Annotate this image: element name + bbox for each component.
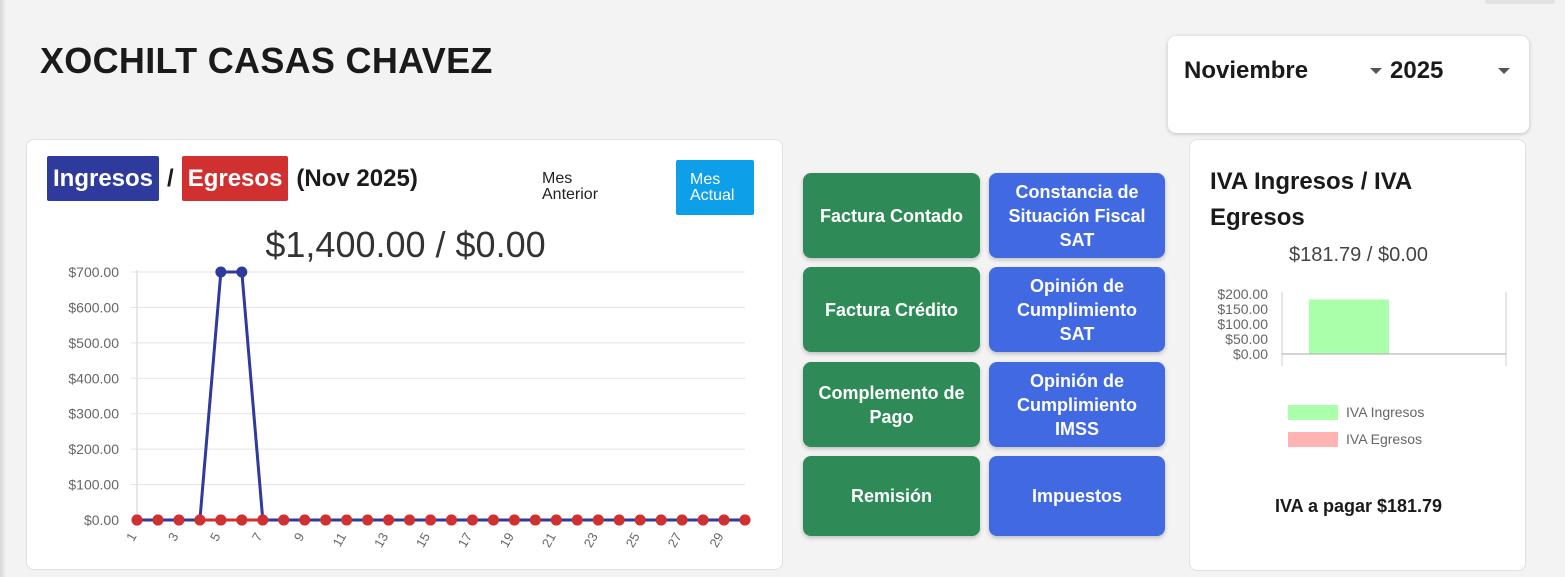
opinion-cumplimiento-sat-button[interactable]: Opinión de Cumplimiento SAT xyxy=(989,267,1165,352)
y-tick-label: $600.00 xyxy=(68,299,119,315)
x-tick-label: 5 xyxy=(207,530,224,544)
data-point[interactable] xyxy=(278,514,290,526)
data-point[interactable] xyxy=(341,514,353,526)
data-point[interactable] xyxy=(215,514,227,526)
data-point[interactable] xyxy=(718,514,730,526)
x-tick-label: 21 xyxy=(539,530,559,550)
iva-bar-chart: $0.00$50.00$100.00$150.00$200.00 xyxy=(1217,286,1507,366)
y-tick-label: $200.00 xyxy=(1217,286,1268,302)
data-point[interactable] xyxy=(634,514,646,526)
data-point[interactable] xyxy=(383,514,395,526)
period-selector-card: Noviembre 2025 xyxy=(1168,36,1529,133)
iva-totals: $181.79 / $0.00 xyxy=(1288,244,1428,266)
y-tick-label: $50.00 xyxy=(1225,331,1268,347)
x-tick-label: 15 xyxy=(413,530,433,550)
legend-swatch xyxy=(1288,404,1338,420)
constancia-situacion-fiscal-button[interactable]: Constancia de Situación Fiscal SAT xyxy=(989,173,1165,258)
month-select[interactable]: Noviembre xyxy=(1184,54,1382,88)
month-value: Noviembre xyxy=(1184,57,1309,84)
legend-label: IVA Egresos xyxy=(1346,431,1423,447)
y-tick-label: $100.00 xyxy=(1217,316,1268,332)
x-tick-label: 29 xyxy=(706,530,726,550)
legend-item-iva-egresos[interactable]: IVA Egresos xyxy=(1288,431,1422,447)
x-tick-label: 17 xyxy=(455,530,475,550)
y-tick-label: $700.00 xyxy=(68,264,119,280)
data-point[interactable] xyxy=(592,514,604,526)
data-point[interactable] xyxy=(152,514,164,526)
page-title: XOCHILT CASAS CHAVEZ xyxy=(40,40,493,81)
data-point[interactable] xyxy=(487,514,499,526)
year-select[interactable]: 2025 xyxy=(1390,54,1510,88)
data-point[interactable] xyxy=(425,514,437,526)
chevron-down-icon xyxy=(1498,68,1510,74)
data-point[interactable] xyxy=(571,514,583,526)
data-point[interactable] xyxy=(173,514,185,526)
factura-credito-button[interactable]: Factura Crédito xyxy=(803,267,980,352)
x-tick-label: 7 xyxy=(249,530,266,544)
y-tick-label: $500.00 xyxy=(68,335,119,351)
opinion-cumplimiento-imss-button[interactable]: Opinión de Cumplimiento IMSS xyxy=(989,362,1165,447)
data-point[interactable] xyxy=(739,514,751,526)
y-tick-label: $0.00 xyxy=(84,512,119,528)
iva-card: IVA Ingresos / IVA Egresos $181.79 / $0.… xyxy=(1189,139,1526,571)
legend-item-iva-ingresos[interactable]: IVA Ingresos xyxy=(1288,404,1424,420)
data-point[interactable] xyxy=(257,514,269,526)
x-tick-label: 11 xyxy=(330,530,350,549)
y-tick-label: $150.00 xyxy=(1217,301,1268,317)
data-point[interactable] xyxy=(655,514,667,526)
data-point[interactable] xyxy=(529,514,541,526)
year-value: 2025 xyxy=(1390,57,1444,84)
data-point[interactable] xyxy=(508,514,520,526)
series-line xyxy=(137,270,745,522)
chevron-down-icon xyxy=(1370,68,1382,74)
y-tick-label: $300.00 xyxy=(68,406,119,422)
data-point[interactable] xyxy=(697,514,709,526)
data-point[interactable] xyxy=(236,514,248,526)
x-tick-label: 23 xyxy=(581,530,601,550)
x-tick-label: 9 xyxy=(291,530,308,544)
data-point[interactable] xyxy=(676,514,688,526)
remision-button[interactable]: Remisión xyxy=(803,456,980,536)
sidebar-edge xyxy=(0,0,6,577)
data-point[interactable] xyxy=(362,514,374,526)
y-tick-label: $200.00 xyxy=(68,441,119,457)
data-point[interactable] xyxy=(445,514,457,526)
x-tick-label: 13 xyxy=(371,530,391,550)
bar[interactable] xyxy=(1309,299,1389,354)
iva-to-pay: IVA a pagar $181.79 xyxy=(1274,496,1443,516)
legend-swatch xyxy=(1288,431,1338,447)
y-tick-label: $400.00 xyxy=(68,370,119,386)
iva-title: IVA Ingresos / IVA Egresos xyxy=(1210,168,1412,231)
scroll-indicator[interactable] xyxy=(1485,0,1555,4)
daily-income-expense-chart: $0.00 $100.00 $200.00 $300.00 $400.00 $500.00… xyxy=(68,264,751,550)
data-point[interactable] xyxy=(550,514,562,526)
x-tick-label: 1 xyxy=(123,530,140,544)
factura-contado-button[interactable]: Factura Contado xyxy=(803,173,980,258)
data-point[interactable] xyxy=(194,514,206,526)
data-point[interactable] xyxy=(299,514,311,526)
data-point[interactable] xyxy=(404,514,416,526)
data-point[interactable] xyxy=(236,266,248,278)
x-tick-label: 3 xyxy=(165,530,182,544)
data-point[interactable] xyxy=(613,514,625,526)
data-point[interactable] xyxy=(320,514,332,526)
complemento-pago-button[interactable]: Complemento de Pago xyxy=(803,362,980,447)
y-tick-label: $0.00 xyxy=(1233,346,1268,362)
x-tick-label: 19 xyxy=(497,530,517,550)
y-tick-label: $100.00 xyxy=(68,477,119,493)
income-expense-card: Ingresos / Egresos (Nov 2025) Mes Anteri… xyxy=(26,139,783,570)
impuestos-button[interactable]: Impuestos xyxy=(989,456,1165,536)
legend-label: IVA Ingresos xyxy=(1346,404,1425,420)
data-point[interactable] xyxy=(466,514,478,526)
data-point[interactable] xyxy=(215,266,227,278)
x-tick-label: 25 xyxy=(623,530,643,550)
data-point[interactable] xyxy=(131,514,143,526)
x-tick-label: 27 xyxy=(664,530,684,550)
